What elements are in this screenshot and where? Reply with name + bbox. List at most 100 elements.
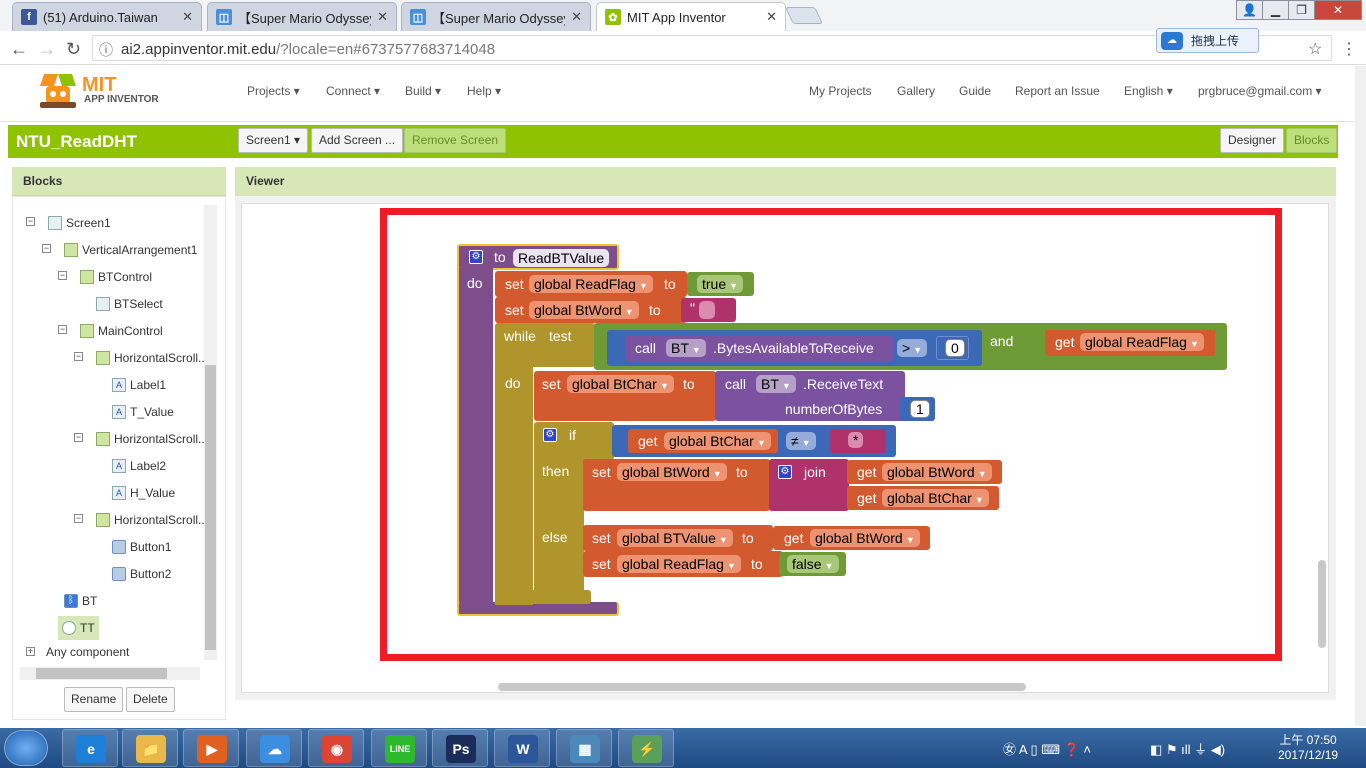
tree-item-button2[interactable]: Button2 bbox=[112, 567, 171, 581]
tree-item-any-component[interactable]: Any component bbox=[46, 645, 129, 659]
proc-name-field[interactable]: ReadBTValue bbox=[513, 249, 610, 267]
tree-item-label2[interactable]: A Label2 bbox=[112, 459, 166, 473]
url-input[interactable]: ⓘ ai2.appinventor.mit.edu/?locale=en#673… bbox=[92, 35, 1332, 61]
menu-report-issue[interactable]: Report an Issue bbox=[1015, 84, 1100, 98]
menu-connect[interactable]: Connect ▾ bbox=[326, 84, 380, 98]
tree-item-btcontrol[interactable]: BTControl bbox=[80, 270, 152, 284]
number-field[interactable]: 1 bbox=[910, 400, 930, 418]
info-icon[interactable]: ⓘ bbox=[99, 40, 113, 60]
var-dropdown[interactable]: global BtWord ▼ bbox=[617, 463, 727, 481]
tree-toggle[interactable]: − bbox=[58, 271, 67, 280]
gear-icon[interactable]: ⚙ bbox=[469, 250, 483, 264]
var-dropdown[interactable]: global ReadFlag ▼ bbox=[1080, 333, 1204, 351]
user-icon[interactable]: 👤 bbox=[1236, 0, 1263, 20]
add-screen-button[interactable]: Add Screen ... bbox=[311, 128, 404, 153]
taskbar-app[interactable]: W bbox=[494, 729, 550, 767]
gear-icon[interactable]: ⚙ bbox=[543, 428, 557, 442]
text-field[interactable]: * bbox=[848, 432, 864, 448]
rename-button[interactable]: Rename bbox=[64, 687, 124, 712]
taskbar-app[interactable]: ⚡ bbox=[618, 729, 674, 767]
menu-account[interactable]: prgbruce@gmail.com ▾ bbox=[1198, 84, 1322, 98]
close-icon[interactable]: ✕ bbox=[377, 9, 388, 25]
var-dropdown[interactable]: global BtChar ▼ bbox=[567, 375, 674, 393]
var-dropdown[interactable]: global BtChar ▼ bbox=[664, 432, 771, 450]
tree-toggle[interactable]: − bbox=[74, 352, 83, 361]
menu-build[interactable]: Build ▾ bbox=[405, 84, 441, 98]
var-dropdown[interactable]: global BtChar ▼ bbox=[882, 489, 989, 507]
tree-hscroll-thumb[interactable] bbox=[36, 668, 167, 679]
operator-dropdown[interactable]: ≠ ▼ bbox=[786, 432, 816, 450]
var-dropdown[interactable]: global BtWord ▼ bbox=[810, 529, 920, 547]
blocks-button[interactable]: Blocks bbox=[1286, 128, 1338, 153]
taskbar-app[interactable]: e bbox=[62, 729, 118, 767]
var-dropdown[interactable]: global ReadFlag ▼ bbox=[529, 275, 653, 293]
menu-icon[interactable]: ⋮ bbox=[1341, 39, 1357, 59]
menu-projects[interactable]: Projects ▾ bbox=[247, 84, 300, 98]
browser-tab-1[interactable]: f (51) Arduino.Taiwan ✕ bbox=[12, 2, 202, 31]
tree-toggle[interactable]: − bbox=[58, 325, 67, 334]
workspace-vscroll-thumb[interactable] bbox=[1318, 560, 1326, 648]
tree-item-verticalarrangement1[interactable]: VerticalArrangement1 bbox=[64, 243, 197, 257]
menu-language[interactable]: English ▾ bbox=[1124, 84, 1173, 98]
delete-button[interactable]: Delete bbox=[126, 687, 175, 712]
tree-toggle[interactable]: − bbox=[42, 244, 51, 253]
remove-screen-button[interactable]: Remove Screen bbox=[404, 128, 507, 153]
tree-item-screen1[interactable]: Screen1 bbox=[48, 216, 111, 230]
bool-dropdown[interactable]: false ▼ bbox=[787, 555, 839, 573]
tree-item-tt[interactable]: TT bbox=[58, 616, 99, 640]
tree-scroll-thumb[interactable] bbox=[205, 365, 216, 650]
window-close-icon[interactable]: ✕ bbox=[1314, 0, 1362, 20]
browser-tab-3[interactable]: ◫ 【Super Mario Odyssey ✕ bbox=[401, 2, 591, 31]
menu-my-projects[interactable]: My Projects bbox=[809, 84, 872, 98]
bool-dropdown[interactable]: true ▼ bbox=[697, 275, 744, 293]
operator-dropdown[interactable]: > ▼ bbox=[897, 339, 928, 357]
minimize-icon[interactable]: ▁ bbox=[1262, 0, 1289, 20]
close-icon[interactable]: ✕ bbox=[182, 9, 193, 25]
taskbar-app[interactable]: 📁 bbox=[122, 729, 178, 767]
tree-item-button1[interactable]: Button1 bbox=[112, 540, 171, 554]
var-dropdown[interactable]: global BtWord ▼ bbox=[529, 301, 639, 319]
browser-tab-2[interactable]: ◫ 【Super Mario Odyssey ✕ bbox=[207, 2, 397, 31]
tree-item-horizontalscroll-1[interactable]: HorizontalScroll... bbox=[96, 351, 208, 365]
component-dropdown[interactable]: BT ▼ bbox=[756, 375, 796, 393]
page-scrollbar[interactable] bbox=[1355, 66, 1366, 726]
designer-button[interactable]: Designer bbox=[1220, 128, 1285, 153]
var-dropdown[interactable]: global ReadFlag ▼ bbox=[617, 555, 741, 573]
procedure-body[interactable] bbox=[457, 268, 493, 615]
tree-toggle[interactable]: − bbox=[74, 433, 83, 442]
tree-item-horizontalscroll-3[interactable]: HorizontalScroll... bbox=[96, 513, 208, 527]
upload-button[interactable]: ☁ 拖拽上传 bbox=[1156, 28, 1259, 53]
taskbar-app[interactable]: ◉ bbox=[308, 729, 364, 767]
star-icon[interactable]: ☆ bbox=[1308, 39, 1322, 59]
close-icon[interactable]: ✕ bbox=[571, 9, 582, 25]
number-field[interactable]: 0 bbox=[945, 339, 965, 357]
tree-item-label1[interactable]: A Label1 bbox=[112, 378, 166, 392]
workspace-hscroll-thumb[interactable] bbox=[498, 683, 1026, 691]
menu-help[interactable]: Help ▾ bbox=[467, 84, 501, 98]
gear-icon[interactable]: ⚙ bbox=[778, 465, 792, 479]
taskbar-app[interactable]: Ps bbox=[432, 729, 488, 767]
reload-icon[interactable]: ↻ bbox=[66, 39, 81, 60]
start-icon[interactable] bbox=[4, 730, 48, 766]
maximize-icon[interactable]: ❐ bbox=[1288, 0, 1315, 20]
taskbar-app[interactable]: LINE bbox=[371, 729, 427, 767]
tree-item-t-value[interactable]: A T_Value bbox=[112, 405, 174, 419]
tree-toggle[interactable]: − bbox=[74, 514, 83, 523]
screen-select[interactable]: Screen1 ▾ bbox=[238, 128, 309, 153]
text-field[interactable] bbox=[699, 301, 715, 319]
tree-toggle[interactable]: − bbox=[26, 217, 35, 226]
menu-guide[interactable]: Guide bbox=[959, 84, 991, 98]
appinventor-logo-icon[interactable] bbox=[36, 72, 80, 115]
close-icon[interactable]: ✕ bbox=[766, 9, 777, 25]
menu-gallery[interactable]: Gallery bbox=[897, 84, 935, 98]
tree-item-h-value[interactable]: A H_Value bbox=[112, 486, 175, 500]
taskbar-app[interactable]: ▶ bbox=[183, 729, 239, 767]
tree-item-horizontalscroll-2[interactable]: HorizontalScroll... bbox=[96, 432, 208, 446]
var-dropdown[interactable]: global BtWord ▼ bbox=[882, 463, 992, 481]
tree-item-bt[interactable]: ᛒ BT bbox=[64, 594, 97, 608]
tree-item-maincontrol[interactable]: MainControl bbox=[80, 324, 163, 338]
system-clock[interactable]: 上午 07:50 2017/12/19 bbox=[1278, 733, 1338, 763]
component-dropdown[interactable]: BT ▼ bbox=[666, 339, 706, 357]
ime-icon[interactable]: ㊛ A ▯ ⌨ ❓ ˄ bbox=[1003, 739, 1091, 758]
taskbar-app[interactable]: ☁ bbox=[246, 729, 302, 767]
